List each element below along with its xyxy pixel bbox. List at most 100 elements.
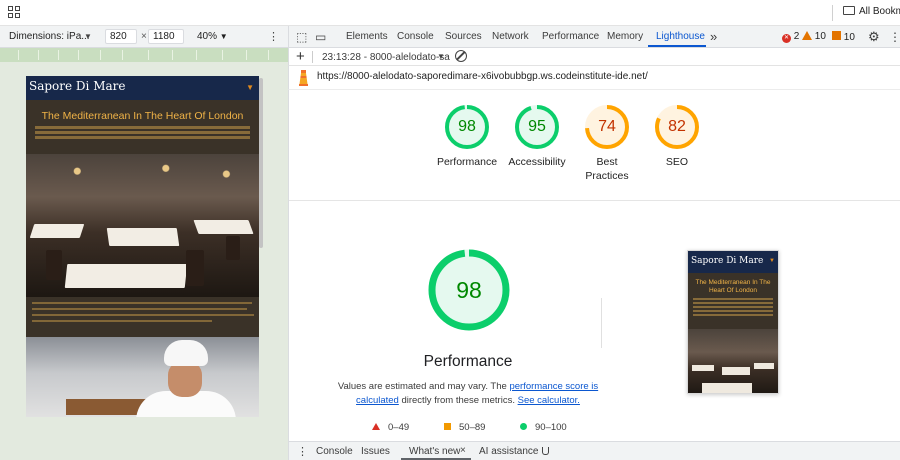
score-gauge-seo[interactable]: 82 SEO [641,103,713,169]
performance-title: Performance [423,353,513,370]
legend-fail-range: 0–49 [388,422,410,433]
devtools-menu-icon[interactable]: ⋮ [889,30,900,44]
legend-pass: 90–100 [520,422,567,433]
toolbar-separator [312,51,313,63]
apps-grid-icon[interactable] [8,6,20,18]
chevron-down-icon: ▼ [219,32,228,41]
active-tab-indicator [648,45,706,47]
menu-toggle-icon[interactable]: ▼ [246,83,254,92]
chevron-down-icon[interactable]: ▼ [437,52,445,61]
tab-lighthouse[interactable]: Lighthouse [656,31,705,42]
legend-pass-range: 90–100 [535,422,567,433]
errors-badge[interactable]: ✕ 2 [782,31,799,43]
gauge-label: Accessibility [508,156,566,168]
zoom-value: 40% [197,31,218,42]
inspect-element-icon[interactable]: ⬚ [296,30,307,44]
thumb-brand: Sapore Di Mare [691,256,764,266]
thumb-restaurant-image [688,329,778,393]
drawer-menu-icon[interactable]: ⋮ [297,445,308,458]
device-toolbar: Dimensions: iPa... ▼ 820 × 1180 40% ▼ ⋮ [0,26,288,48]
pass-circle-icon [520,423,527,430]
errors-count: 2 [793,31,800,42]
issues-badge[interactable]: 10 [832,31,855,43]
final-screenshot-thumbnail[interactable]: Sapore Di Mare ▼ The Mediterranean In The… [687,250,779,394]
bookmarks-bar: All Bookm [0,0,900,26]
width-input[interactable]: 820 [105,29,137,44]
metrics-note: Values are estimated and may vary. The p… [329,380,607,408]
drawer-tab-issues[interactable]: Issues [361,446,390,457]
issues-count: 10 [843,32,855,43]
preview-scrollbar[interactable] [259,78,263,248]
hero-paragraph-lines [35,126,250,129]
tab-performance[interactable]: Performance [542,31,599,42]
chef-paragraph [26,297,259,337]
lighthouse-toolbar: + 23:13:28 - 8000-alelodato-sa ▼ [288,48,900,66]
legend-average: 50–89 [444,422,485,433]
score-gauge-accessibility[interactable]: 95 Accessibility [501,103,573,169]
dimensions-select[interactable]: Dimensions: iPa... [9,31,90,42]
performance-score-large: 98 [456,277,482,303]
gauge-score: 82 [668,118,686,135]
bookmarks-separator [832,5,833,21]
clear-reports-icon[interactable] [455,50,467,62]
tab-elements[interactable]: Elements [346,31,388,42]
gauge-score: 74 [598,118,616,135]
drawer-tab-whats-new[interactable]: What's new [409,446,460,457]
legend-average-range: 50–89 [459,422,486,433]
report-select[interactable]: 23:13:28 - 8000-alelodato-sa [322,52,450,63]
performance-gauge-large: 98 [425,246,513,334]
report-url[interactable]: https://8000-alelodato-saporedimare-x6iv… [317,71,648,82]
lighthouse-logo-icon [299,70,308,86]
score-gauge-best-practices[interactable]: 74 Best Practices [571,103,643,183]
media-query-ruler[interactable] [0,48,288,62]
chef-image [26,337,259,417]
site-preview[interactable]: Sapore Di Mare ▼ The Mediterranean In Th… [26,76,259,417]
hero-section: The Mediterranean In The Heart Of London [26,100,259,154]
gauge-label: Best Practices [585,156,629,182]
warnings-badge[interactable]: 10 [802,31,826,42]
error-icon: ✕ [782,34,791,43]
note-text-2: directly from these metrics. [398,395,518,406]
devtools-drawer: ⋮ Console Issues What's new × AI assista… [288,441,900,460]
height-input[interactable]: 1180 [148,29,184,44]
tab-sources[interactable]: Sources [445,31,482,42]
section-divider [289,200,900,201]
hero-heading: The Mediterranean In The Heart Of London [41,110,244,122]
close-icon[interactable]: × [460,445,466,456]
issue-flag-icon [832,31,841,40]
gauge-score: 95 [528,118,546,135]
zoom-select[interactable]: 40% ▼ [197,31,228,42]
fail-triangle-icon [372,423,380,430]
drawer-tab-ai-assistance[interactable]: AI assistance [479,446,550,457]
times-symbol: × [141,31,147,42]
gauge-score: 98 [458,118,476,135]
all-bookmarks-button[interactable]: All Bookm [843,6,900,17]
new-report-icon[interactable]: + [296,48,305,65]
device-toggle-icon[interactable]: ▭ [315,30,326,44]
thumb-heading: The Mediterranean In The Heart Of London [695,279,771,294]
warnings-count: 10 [814,31,826,42]
more-options-icon[interactable]: ⋮ [268,30,279,43]
ai-assistance-label: AI assistance [479,446,539,457]
chevron-down-icon[interactable]: ▼ [84,32,92,41]
gauge-label: Performance [436,156,498,168]
report-vertical-divider [601,298,602,348]
thumb-menu-icon: ▼ [769,258,775,264]
tab-console[interactable]: Console [397,31,434,42]
flask-icon [542,447,550,455]
warning-icon [802,31,812,40]
legend-fail: 0–49 [372,422,409,433]
gauge-label: SEO [665,156,689,168]
tab-network[interactable]: Network [492,31,529,42]
gear-icon[interactable]: ⚙ [868,29,880,45]
all-bookmarks-label: All Bookm [859,6,900,17]
report-url-bar: https://8000-alelodato-saporedimare-x6iv… [288,66,900,90]
restaurant-image [26,154,259,297]
lighthouse-report: 98 Performance 95 Accessibility 74 Best Pract… [288,90,900,441]
tab-memory[interactable]: Memory [607,31,643,42]
site-brand[interactable]: Sapore Di Mare [29,79,126,93]
more-tabs-icon[interactable]: » [710,29,717,44]
score-gauge-performance[interactable]: 98 Performance [431,103,503,169]
see-calculator-link[interactable]: See calculator. [518,395,580,406]
drawer-tab-console[interactable]: Console [316,446,353,457]
